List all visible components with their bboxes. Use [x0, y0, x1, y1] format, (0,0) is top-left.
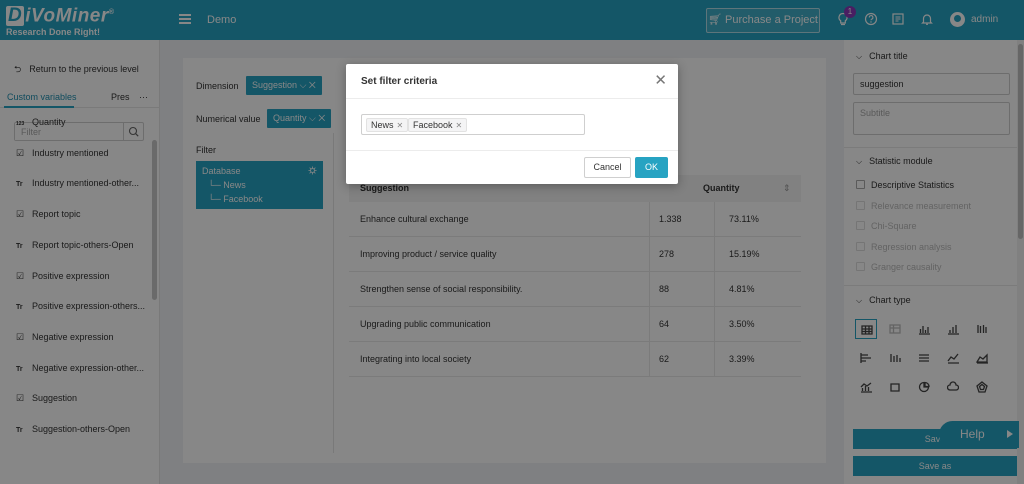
- tag-label: News: [371, 120, 394, 130]
- close-icon[interactable]: ✕: [456, 121, 463, 130]
- dialog-title: Set filter criteria: [361, 76, 438, 87]
- filter-tag-news: News ✕: [366, 118, 409, 132]
- tag-label: Facebook: [413, 120, 453, 130]
- filter-tag-input[interactable]: News ✕ Facebook ✕: [361, 114, 585, 135]
- divider: [346, 150, 678, 151]
- divider: [346, 98, 678, 99]
- cancel-button[interactable]: Cancel: [584, 157, 631, 178]
- close-icon[interactable]: ✕: [654, 73, 667, 88]
- filter-criteria-dialog: Set filter criteria ✕ News ✕ Facebook ✕ Ca…: [346, 64, 678, 184]
- close-icon[interactable]: ✕: [397, 121, 404, 130]
- filter-tag-facebook: Facebook ✕: [408, 118, 468, 132]
- ok-button[interactable]: OK: [635, 157, 668, 178]
